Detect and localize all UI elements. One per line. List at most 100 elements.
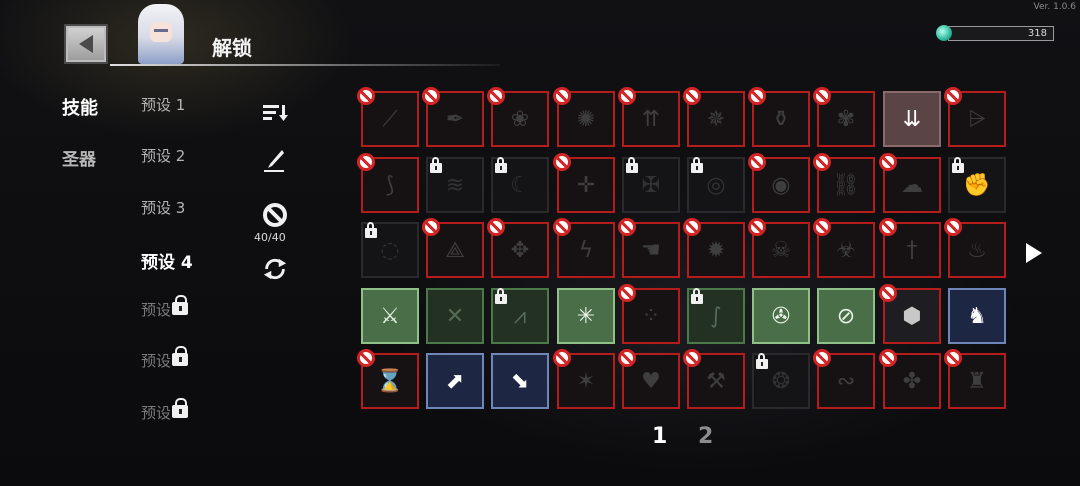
ban-icon — [357, 349, 375, 367]
gem-track: 318 — [948, 26, 1054, 41]
crack-icon: ✳ — [576, 303, 596, 329]
skill-slot[interactable]: ⛓ — [813, 153, 875, 213]
edit-button[interactable] — [262, 148, 288, 174]
skill-slot[interactable]: ⌛ — [357, 349, 419, 409]
tab-relic[interactable]: 圣器 — [62, 145, 96, 170]
skill-slot[interactable]: ✊ — [948, 157, 1006, 213]
ban-icon — [618, 349, 636, 367]
ban-icon — [748, 87, 766, 105]
skill-slot[interactable]: ◎ — [687, 157, 745, 213]
skill-slot[interactable]: † — [879, 218, 941, 278]
sort-button[interactable] — [262, 100, 288, 126]
refresh-icon — [263, 258, 287, 280]
ban-icon — [944, 349, 962, 367]
skill-slot[interactable]: ✺ — [553, 87, 615, 147]
skill-slot[interactable]: ◌ — [361, 222, 419, 278]
skill-slot[interactable]: ❂ — [752, 353, 810, 409]
skill-slot[interactable]: ⚔ — [361, 288, 419, 344]
skill-slot[interactable]: ✒ — [422, 87, 484, 147]
skill-slot[interactable]: ⚒ — [683, 349, 745, 409]
skill-slot[interactable]: ✛ — [553, 153, 615, 213]
skill-slot[interactable]: ♨ — [944, 218, 1006, 278]
skill-slot[interactable]: ☣ — [813, 218, 875, 278]
skill-slot[interactable]: ⟁ — [422, 218, 484, 278]
preset-label: 预设 1 — [141, 96, 186, 114]
tab-skill[interactable]: 技能 — [62, 94, 98, 120]
skill-slot[interactable]: ☚ — [618, 218, 680, 278]
skill-slot[interactable]: ⊘ — [817, 288, 875, 344]
skill-slot[interactable]: ✵ — [683, 87, 745, 147]
skill-slot[interactable]: ϟ — [553, 218, 615, 278]
skill-slot[interactable]: ⟆ — [357, 153, 419, 213]
skill-slot[interactable]: ♞ — [948, 288, 1006, 344]
skill-slot[interactable]: ♥ — [618, 349, 680, 409]
skill-slot[interactable]: ☠ — [748, 218, 810, 278]
ban-icon — [683, 349, 701, 367]
skill-slot[interactable]: ♜ — [944, 349, 1006, 409]
skill-slot[interactable]: ∾ — [813, 349, 875, 409]
ban-icon — [487, 87, 505, 105]
triple-arrow-icon: ⇊ — [902, 106, 922, 132]
skill-slot[interactable]: ⬢ — [879, 284, 941, 344]
lock-icon — [756, 353, 769, 370]
skill-slot[interactable]: ⇈ — [618, 87, 680, 147]
ban-icon — [618, 284, 636, 302]
ban-icon — [879, 218, 897, 236]
skill-slot[interactable]: ≋ — [426, 157, 484, 213]
skill-slot[interactable]: ⩥ — [944, 87, 1006, 147]
skill-slot[interactable]: ⇊ — [883, 91, 941, 147]
skill-slot[interactable]: ✹ — [683, 218, 745, 278]
ban-icon — [618, 218, 636, 236]
ban-icon — [553, 218, 571, 236]
skill-slot[interactable]: ✠ — [622, 157, 680, 213]
ban-count: 40/40 — [254, 231, 286, 244]
back-button[interactable] — [64, 24, 108, 64]
skill-slot[interactable]: ✕ — [426, 288, 484, 344]
reset-button[interactable] — [262, 256, 288, 282]
skill-slot[interactable]: ⁘ — [618, 284, 680, 344]
skill-slot[interactable]: ✳ — [557, 288, 615, 344]
ban-mode-button[interactable] — [262, 202, 288, 228]
lock-icon — [430, 157, 443, 174]
page-1-button[interactable]: 1 — [652, 424, 667, 449]
skill-slot[interactable]: ✇ — [752, 288, 810, 344]
ban-icon — [813, 153, 831, 171]
skill-slot[interactable]: ✶ — [553, 349, 615, 409]
skill-slot[interactable]: ∫ — [687, 288, 745, 344]
preset-label: 预设 4 — [141, 253, 193, 273]
lock-icon — [495, 157, 508, 174]
page-2-button[interactable]: 2 — [698, 424, 713, 449]
skill-slot[interactable]: ⟋ — [357, 87, 419, 147]
ban-icon — [879, 153, 897, 171]
ban-icon — [487, 218, 505, 236]
preset-2[interactable]: 预设 2 — [141, 145, 185, 166]
lock-icon — [691, 157, 704, 174]
ban-icon — [813, 218, 831, 236]
preset-1[interactable]: 预设 1 — [141, 94, 185, 115]
skill-slot[interactable]: ⬊ — [491, 353, 549, 409]
skill-slot[interactable]: ✥ — [487, 218, 549, 278]
ban-icon — [263, 203, 287, 227]
skill-slot[interactable]: ⚱ — [748, 87, 810, 147]
skill-slot[interactable]: ☾ — [491, 157, 549, 213]
skill-slot[interactable]: ✾ — [813, 87, 875, 147]
preset-4[interactable]: 预设 4 — [141, 248, 193, 273]
ban-icon — [422, 218, 440, 236]
skill-slot[interactable]: ⩘ — [491, 288, 549, 344]
skill-slot[interactable]: ✤ — [879, 349, 941, 409]
lock-icon — [952, 157, 965, 174]
skill-slot[interactable]: ☁ — [879, 153, 941, 213]
skill-slot[interactable]: ⬈ — [426, 353, 484, 409]
preset-5[interactable]: 预设 — [141, 295, 189, 320]
preset-label: 预设 — [141, 352, 172, 370]
preset-label: 预设 2 — [141, 147, 186, 165]
skill-slot[interactable]: ◉ — [748, 153, 810, 213]
skill-slot[interactable]: ❀ — [487, 87, 549, 147]
preset-3[interactable]: 预设 3 — [141, 197, 185, 218]
ban-icon — [813, 87, 831, 105]
preset-6[interactable]: 预设 — [141, 346, 189, 371]
sort-icon — [263, 105, 288, 121]
preset-label: 预设 3 — [141, 199, 186, 217]
preset-7[interactable]: 预设 — [141, 398, 189, 423]
next-page-arrow-icon[interactable] — [1026, 243, 1042, 263]
